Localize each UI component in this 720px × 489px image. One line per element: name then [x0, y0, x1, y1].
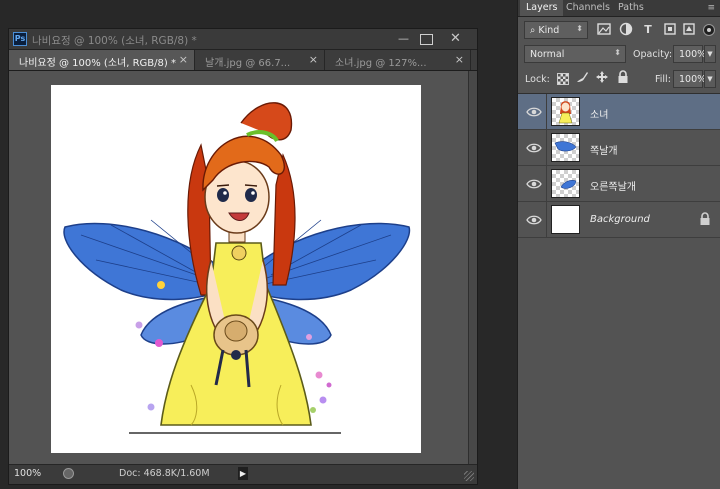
chevron-updown-icon: ⬍: [614, 48, 621, 57]
lock-icon: [699, 212, 711, 226]
fill-label: Fill:: [655, 74, 671, 85]
visibility-separator: [546, 130, 547, 165]
zoom-level-field[interactable]: 100%: [14, 468, 41, 479]
lock-position-icon[interactable]: [594, 70, 610, 86]
tab-channels[interactable]: Channels: [560, 0, 616, 16]
tab-close-icon[interactable]: ×: [309, 53, 318, 66]
visibility-separator: [546, 94, 547, 129]
blend-mode-select[interactable]: Normal ⬍: [524, 45, 626, 63]
smart-object-filter-icon[interactable]: [681, 22, 697, 38]
eye-icon[interactable]: [524, 212, 544, 228]
panel-tab-bar: Layers Channels Paths ≡: [518, 0, 720, 17]
fill-slider-button[interactable]: ▼: [704, 70, 716, 88]
panel-menu-icon[interactable]: ≡: [707, 3, 715, 13]
vertical-scrollbar[interactable]: [468, 71, 477, 465]
canvas-area[interactable]: [9, 71, 471, 465]
chest-flower: [231, 245, 247, 261]
tab-label: 날개.jpg @ 66.7...: [205, 58, 291, 69]
lock-image-pixels-icon[interactable]: [574, 70, 590, 86]
tab-close-icon[interactable]: ×: [455, 53, 464, 66]
layers-panel: Layers Channels Paths ≡ ⌕ Kind ⬍ T Norma…: [517, 0, 720, 489]
layer-thumbnail[interactable]: [551, 169, 580, 198]
resize-grip-icon[interactable]: [464, 471, 474, 481]
layer-thumbnail[interactable]: [551, 97, 580, 126]
filter-kind-label: Kind: [538, 25, 560, 36]
opacity-input[interactable]: 100%: [673, 45, 706, 63]
layer-name[interactable]: 오른쪽날개: [590, 178, 636, 193]
tab-close-icon[interactable]: ×: [179, 53, 188, 66]
shape-filter-icon[interactable]: [662, 22, 678, 38]
filter-kind-select[interactable]: ⌕ Kind ⬍: [524, 21, 588, 39]
artboard[interactable]: [51, 85, 421, 453]
opacity-label: Opacity:: [633, 49, 673, 60]
tab-nabiyojeong[interactable]: 나비요정 @ 100% (소녀, RGB/8) * ×: [9, 50, 195, 70]
document-title-bar[interactable]: Ps 나비요정 @ 100% (소녀, RGB/8) * — ✕: [9, 29, 477, 50]
fill-input[interactable]: 100%: [673, 70, 706, 88]
layer-row-background[interactable]: Background: [518, 202, 720, 238]
maximize-button[interactable]: [420, 34, 433, 45]
layer-name[interactable]: 소녀: [590, 106, 608, 121]
chevron-updown-icon: ⬍: [576, 24, 583, 33]
lock-all-icon[interactable]: [615, 70, 631, 86]
lock-label: Lock:: [525, 74, 550, 85]
status-indicator-icon[interactable]: [63, 468, 74, 479]
pixel-filter-icon[interactable]: [596, 22, 612, 38]
close-window-button[interactable]: ✕: [449, 32, 462, 45]
layer-row-girl[interactable]: 소녀: [518, 94, 720, 130]
minimize-button[interactable]: —: [397, 32, 410, 45]
document-title: 나비요정 @ 100% (소녀, RGB/8) *: [32, 35, 197, 47]
visibility-separator: [546, 166, 547, 201]
layer-row-right-wing[interactable]: 오른쪽날개: [518, 166, 720, 202]
layer-thumbnail[interactable]: [551, 205, 580, 234]
tab-wing-jpg[interactable]: 날개.jpg @ 66.7... ×: [195, 50, 325, 70]
layers-empty-area: [518, 241, 720, 489]
tab-label: 나비요정 @ 100% (소녀, RGB/8) *: [19, 58, 176, 69]
document-size-info: Doc: 468.8K/1.60M: [119, 468, 210, 479]
tab-layers[interactable]: Layers: [520, 0, 564, 16]
layer-thumbnail[interactable]: [551, 133, 580, 162]
status-bar: 100% Doc: 468.8K/1.60M ▶: [9, 464, 477, 484]
tab-label: 소녀.jpg @ 127%...: [335, 58, 427, 69]
opacity-slider-button[interactable]: ▼: [704, 45, 716, 63]
layer-row-wing[interactable]: 쪽날개: [518, 130, 720, 166]
tab-girl-jpg[interactable]: 소녀.jpg @ 127%... ×: [325, 50, 471, 70]
filter-toggle-icon[interactable]: [703, 24, 715, 36]
layer-name[interactable]: Background: [590, 214, 650, 225]
blend-mode-value: Normal: [530, 49, 565, 60]
visibility-separator: [546, 202, 547, 237]
search-icon: ⌕: [530, 25, 536, 36]
type-filter-icon[interactable]: T: [640, 22, 656, 38]
tab-paths[interactable]: Paths: [612, 0, 650, 16]
lock-transparent-pixels-icon[interactable]: [557, 73, 569, 85]
eye-icon[interactable]: [524, 140, 544, 156]
layers-list: 소녀 쪽날개 오른쪽날개 Background: [518, 93, 720, 238]
document-window: Ps 나비요정 @ 100% (소녀, RGB/8) * — ✕ 나비요정 @ …: [8, 28, 478, 485]
layer-name[interactable]: 쪽날개: [590, 142, 618, 157]
photoshop-logo-icon: Ps: [13, 32, 27, 46]
fairy-illustration: [63, 102, 411, 434]
adjustment-filter-icon[interactable]: [618, 22, 634, 38]
eye-icon[interactable]: [524, 104, 544, 120]
document-tab-bar: 나비요정 @ 100% (소녀, RGB/8) * × 날개.jpg @ 66.…: [9, 50, 477, 71]
status-menu-arrow-icon[interactable]: ▶: [238, 467, 248, 480]
eye-icon[interactable]: [524, 176, 544, 192]
